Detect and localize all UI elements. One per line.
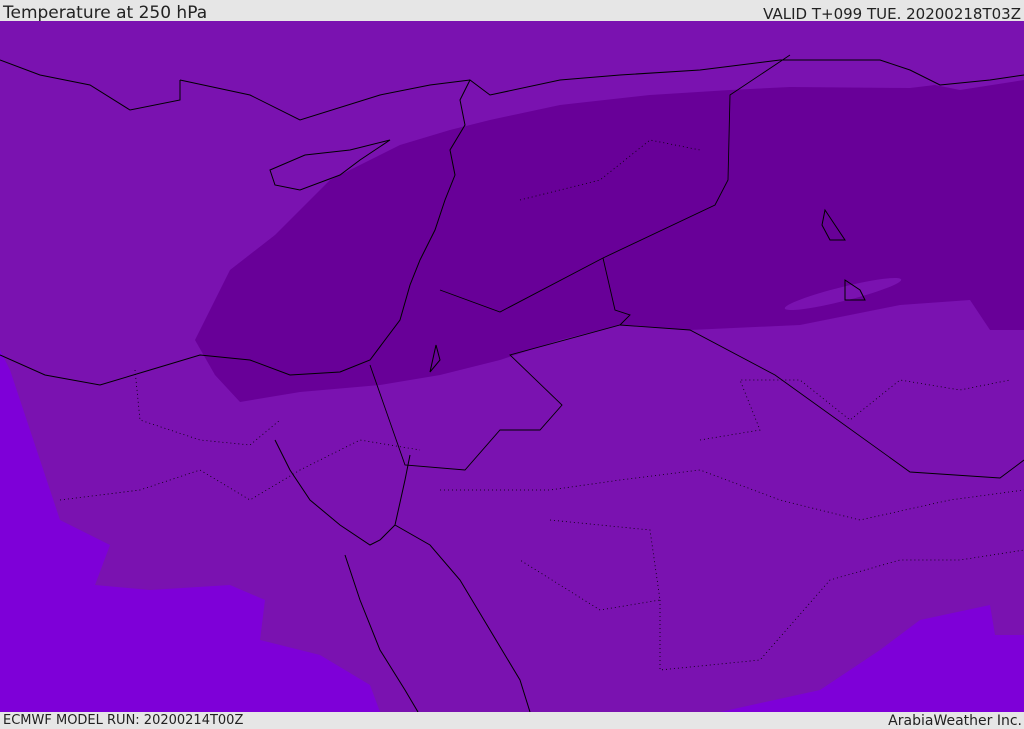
model-run: ECMWF MODEL RUN: 20200214T00Z: [3, 713, 244, 728]
temperature-map: [0, 21, 1024, 712]
brand-credit: ArabiaWeather Inc.: [888, 713, 1022, 729]
